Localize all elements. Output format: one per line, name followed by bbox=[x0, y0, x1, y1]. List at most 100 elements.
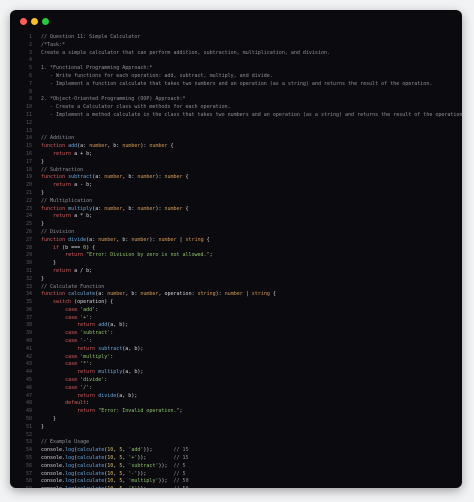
code-token: console. bbox=[41, 447, 66, 454]
code-token: divide bbox=[98, 392, 117, 399]
code-token: { bbox=[182, 205, 189, 212]
code-editor[interactable]: 1 // Question 11: Simple Calculator 2 /*Tas… bbox=[10, 34, 462, 488]
line-number: 51 bbox=[25, 423, 32, 430]
line-number: 22 bbox=[25, 197, 32, 204]
code-token: // Division bbox=[41, 228, 75, 235]
code-token: case bbox=[65, 384, 78, 391]
code-token: (b === bbox=[59, 244, 84, 251]
code-line: 37 case '+': bbox=[10, 315, 462, 323]
code-token: // 15 bbox=[173, 455, 189, 462]
code-token: : bbox=[89, 338, 93, 345]
code-token: 'subtract' bbox=[80, 330, 111, 337]
line-code: // Multiplication bbox=[41, 198, 462, 206]
line-number: 52 bbox=[25, 431, 32, 438]
code-token: "Error: Division by zero is not allowed.… bbox=[86, 252, 210, 259]
code-token: add bbox=[98, 322, 108, 329]
code-line: 21} bbox=[10, 190, 462, 198]
code-token: a - b; bbox=[71, 182, 93, 189]
minimize-window-icon[interactable] bbox=[31, 18, 38, 25]
line-code: return "Error: Division by zero is not a… bbox=[41, 252, 462, 260]
code-line: 28 if (b === 0) { bbox=[10, 245, 462, 253]
code-token: // Example Usage bbox=[41, 439, 90, 446]
code-line: 48 default: bbox=[10, 400, 462, 408]
code-line: 36 case 'add': bbox=[10, 307, 462, 315]
line-number: 24 bbox=[25, 213, 32, 220]
code-token: return bbox=[77, 408, 96, 415]
line-number: 44 bbox=[25, 369, 32, 376]
line-number: 46 bbox=[25, 384, 32, 391]
line-number: 16 bbox=[25, 150, 32, 157]
code-token: a + b; bbox=[71, 150, 93, 157]
line-code: } bbox=[41, 190, 462, 198]
line-number: 34 bbox=[25, 291, 32, 298]
line-number: 26 bbox=[25, 228, 32, 235]
line-number: 8 bbox=[28, 88, 32, 95]
line-number: 17 bbox=[25, 158, 32, 165]
code-token: (a, b); bbox=[116, 392, 138, 399]
code-token: case bbox=[65, 306, 78, 313]
code-token: case bbox=[65, 377, 78, 384]
code-token: ; bbox=[179, 408, 183, 415]
code-line: 3 Create a simple calculator that can per… bbox=[10, 50, 462, 58]
line-code: if (b === 0) { bbox=[41, 245, 462, 253]
code-line: 29 return "Error: Division by zero is no… bbox=[10, 252, 462, 260]
line-number: 33 bbox=[25, 283, 32, 290]
code-token: number bbox=[164, 174, 183, 181]
code-line: 50 } bbox=[10, 416, 462, 424]
code-line: 49 return "Error: Invalid operation."; bbox=[10, 408, 462, 416]
code-token: return bbox=[77, 369, 96, 376]
line-code: console.log(calculate(10, 5, '-')); // 5 bbox=[41, 471, 462, 479]
line-code: return a - b; bbox=[41, 182, 462, 190]
line-number: 3 bbox=[28, 49, 32, 56]
code-token: number bbox=[137, 174, 156, 181]
code-token: return bbox=[77, 322, 96, 329]
line-number: 36 bbox=[25, 306, 32, 313]
code-line: 23 function multiply(a: number, b: number… bbox=[10, 206, 462, 214]
code-token: 2. *Object-Oriented Programming (OOP) Ap… bbox=[41, 96, 186, 103]
code-token: log bbox=[65, 478, 75, 485]
code-line: 27 function divide(a: number, b: number):… bbox=[10, 237, 462, 245]
code-token: (a, b); bbox=[107, 322, 129, 329]
code-token: function bbox=[41, 205, 69, 212]
line-code: console.log(calculate(10, 5, 'subtract')… bbox=[41, 463, 462, 471]
code-token: } bbox=[41, 260, 57, 267]
line-code: } bbox=[41, 424, 462, 432]
code-token: calculate bbox=[77, 447, 105, 454]
code-token: ): bbox=[215, 291, 225, 298]
code-line: 8 bbox=[10, 89, 462, 97]
code-token: return bbox=[53, 267, 72, 274]
line-code: case 'divide': bbox=[41, 377, 462, 385]
line-number: 29 bbox=[25, 252, 32, 259]
maximize-window-icon[interactable] bbox=[42, 18, 49, 25]
close-window-icon[interactable] bbox=[20, 18, 27, 25]
code-token: number bbox=[140, 291, 159, 298]
code-line: 56 console.log(calculate(10, 5, 'subtract… bbox=[10, 463, 462, 471]
line-code: switch (operation) { bbox=[41, 299, 462, 307]
code-token: // 15 bbox=[173, 447, 189, 454]
code-line: 26 // Division bbox=[10, 229, 462, 237]
line-code: function multiply(a: number, b: number):… bbox=[41, 206, 462, 214]
code-token: | bbox=[242, 291, 252, 298]
code-line: 45 case 'divide': bbox=[10, 377, 462, 385]
line-code: console.log(calculate(10, 5, '*')); // 5… bbox=[41, 486, 462, 488]
line-code: function calculate(a: number, b: number,… bbox=[41, 291, 462, 299]
code-token: console. bbox=[41, 455, 66, 462]
line-number: 13 bbox=[25, 127, 32, 134]
code-token: "Error: Invalid operation." bbox=[98, 408, 180, 415]
line-number: 53 bbox=[25, 439, 32, 446]
code-token: default bbox=[65, 400, 87, 407]
code-window: 1 // Question 11: Simple Calculator 2 /*Tas… bbox=[10, 10, 462, 488]
code-token: : bbox=[89, 384, 93, 391]
code-line: 57 console.log(calculate(10, 5, '-')); //… bbox=[10, 471, 462, 479]
code-token: ) { bbox=[86, 244, 96, 251]
code-token: 'subtract' bbox=[128, 462, 159, 469]
code-line: 51} bbox=[10, 424, 462, 432]
code-token: '-' bbox=[80, 338, 90, 345]
code-token: subtract bbox=[68, 174, 93, 181]
line-number: 11 bbox=[25, 111, 32, 118]
